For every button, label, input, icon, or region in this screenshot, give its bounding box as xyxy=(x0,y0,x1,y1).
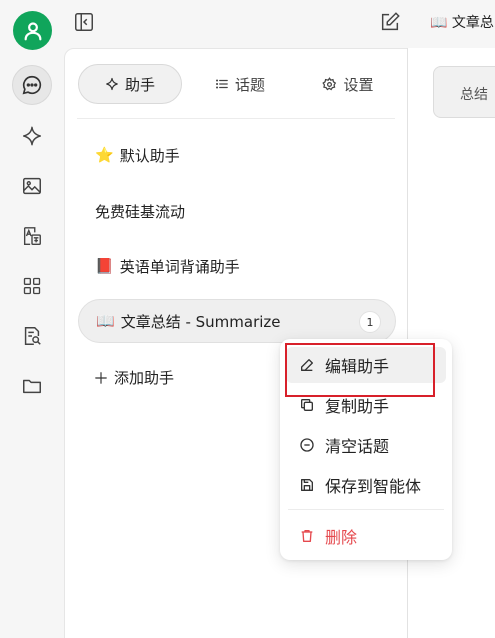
image-icon xyxy=(23,177,41,195)
sparkle-icon xyxy=(23,126,41,146)
tab-topics[interactable]: 话题 xyxy=(198,64,282,104)
assistant-item[interactable]: ⭐ 默认助手 xyxy=(78,133,396,177)
assistant-item[interactable]: 免费硅基流动 xyxy=(78,189,396,233)
files-nav-button[interactable] xyxy=(12,366,52,406)
user-icon xyxy=(24,21,41,40)
knowledge-nav-button[interactable] xyxy=(12,316,52,356)
assistant-name: 免费硅基流动 xyxy=(95,202,186,221)
tab-assistants[interactable]: 助手 xyxy=(78,64,182,104)
assistant-name: 英语单词背诵助手 xyxy=(119,257,240,276)
sidebar-toggle-icon xyxy=(75,13,93,31)
translate-icon xyxy=(23,227,41,245)
context-menu: 编辑助手 复制助手 清空话题 保存到智能体 删除 xyxy=(280,339,452,560)
copy-icon xyxy=(301,399,313,411)
tab-label: 话题 xyxy=(234,75,265,94)
add-assistant-button[interactable]: 添加助手 xyxy=(94,367,174,388)
left-rail xyxy=(0,0,64,638)
panel-divider xyxy=(77,118,395,119)
toggle-sidebar-button[interactable] xyxy=(72,10,96,34)
gear-icon xyxy=(322,76,337,90)
translate-nav-button[interactable] xyxy=(12,216,52,256)
menu-item-label: 删除 xyxy=(325,528,358,547)
assistant-name: 默认助手 xyxy=(119,146,180,165)
chat-bubble-icon xyxy=(22,75,42,95)
star-icon: ⭐ xyxy=(95,146,114,164)
grid-icon xyxy=(23,277,41,295)
topic-count-badge: 1 xyxy=(359,311,381,333)
apps-nav-button[interactable] xyxy=(12,266,52,306)
sparkle-icon xyxy=(106,77,118,91)
tab-label: 设置 xyxy=(343,75,374,94)
chat-nav-button[interactable] xyxy=(12,65,52,105)
document-search-icon xyxy=(24,327,41,345)
red-book-icon: 📕 xyxy=(95,257,114,275)
minus-circle-icon xyxy=(300,438,314,452)
menu-item-delete[interactable]: 删除 xyxy=(286,518,446,554)
menu-item-label: 清空话题 xyxy=(325,437,390,456)
menu-item-label: 保存到智能体 xyxy=(325,477,422,496)
menu-item-label: 编辑助手 xyxy=(325,357,390,376)
agents-nav-button[interactable] xyxy=(12,116,52,156)
menu-item-label: 复制助手 xyxy=(325,397,390,416)
user-avatar[interactable] xyxy=(13,11,52,50)
conversation-title: 📖 文章总 xyxy=(430,15,494,31)
tab-settings[interactable]: 设置 xyxy=(305,64,391,104)
assistant-name: 文章总结 - Summarize xyxy=(120,312,281,331)
menu-item-clear-topics[interactable]: 清空话题 xyxy=(286,427,446,463)
add-assistant-label: 添加助手 xyxy=(114,369,175,387)
menu-divider xyxy=(288,509,444,510)
open-book-icon: 📖 xyxy=(96,312,115,330)
plus-icon xyxy=(95,371,107,384)
list-icon xyxy=(215,79,228,89)
edit-icon xyxy=(301,359,313,371)
folder-icon xyxy=(23,379,41,394)
trash-icon xyxy=(301,530,313,542)
tab-label: 助手 xyxy=(124,75,155,94)
assistant-item[interactable]: 📕 英语单词背诵助手 xyxy=(78,244,396,288)
menu-item-copy-assistant[interactable]: 复制助手 xyxy=(286,387,446,423)
summary-chip[interactable]: 总结 xyxy=(433,66,495,118)
save-icon xyxy=(301,479,313,491)
new-topic-button[interactable] xyxy=(378,10,402,34)
menu-item-save-to-agent[interactable]: 保存到智能体 xyxy=(286,467,446,503)
menu-item-edit-assistant[interactable]: 编辑助手 xyxy=(286,347,446,383)
edit-square-icon xyxy=(381,12,400,31)
assistant-item-active[interactable]: 📖 文章总结 - Summarize 1 xyxy=(78,299,396,343)
image-nav-button[interactable] xyxy=(12,166,52,206)
